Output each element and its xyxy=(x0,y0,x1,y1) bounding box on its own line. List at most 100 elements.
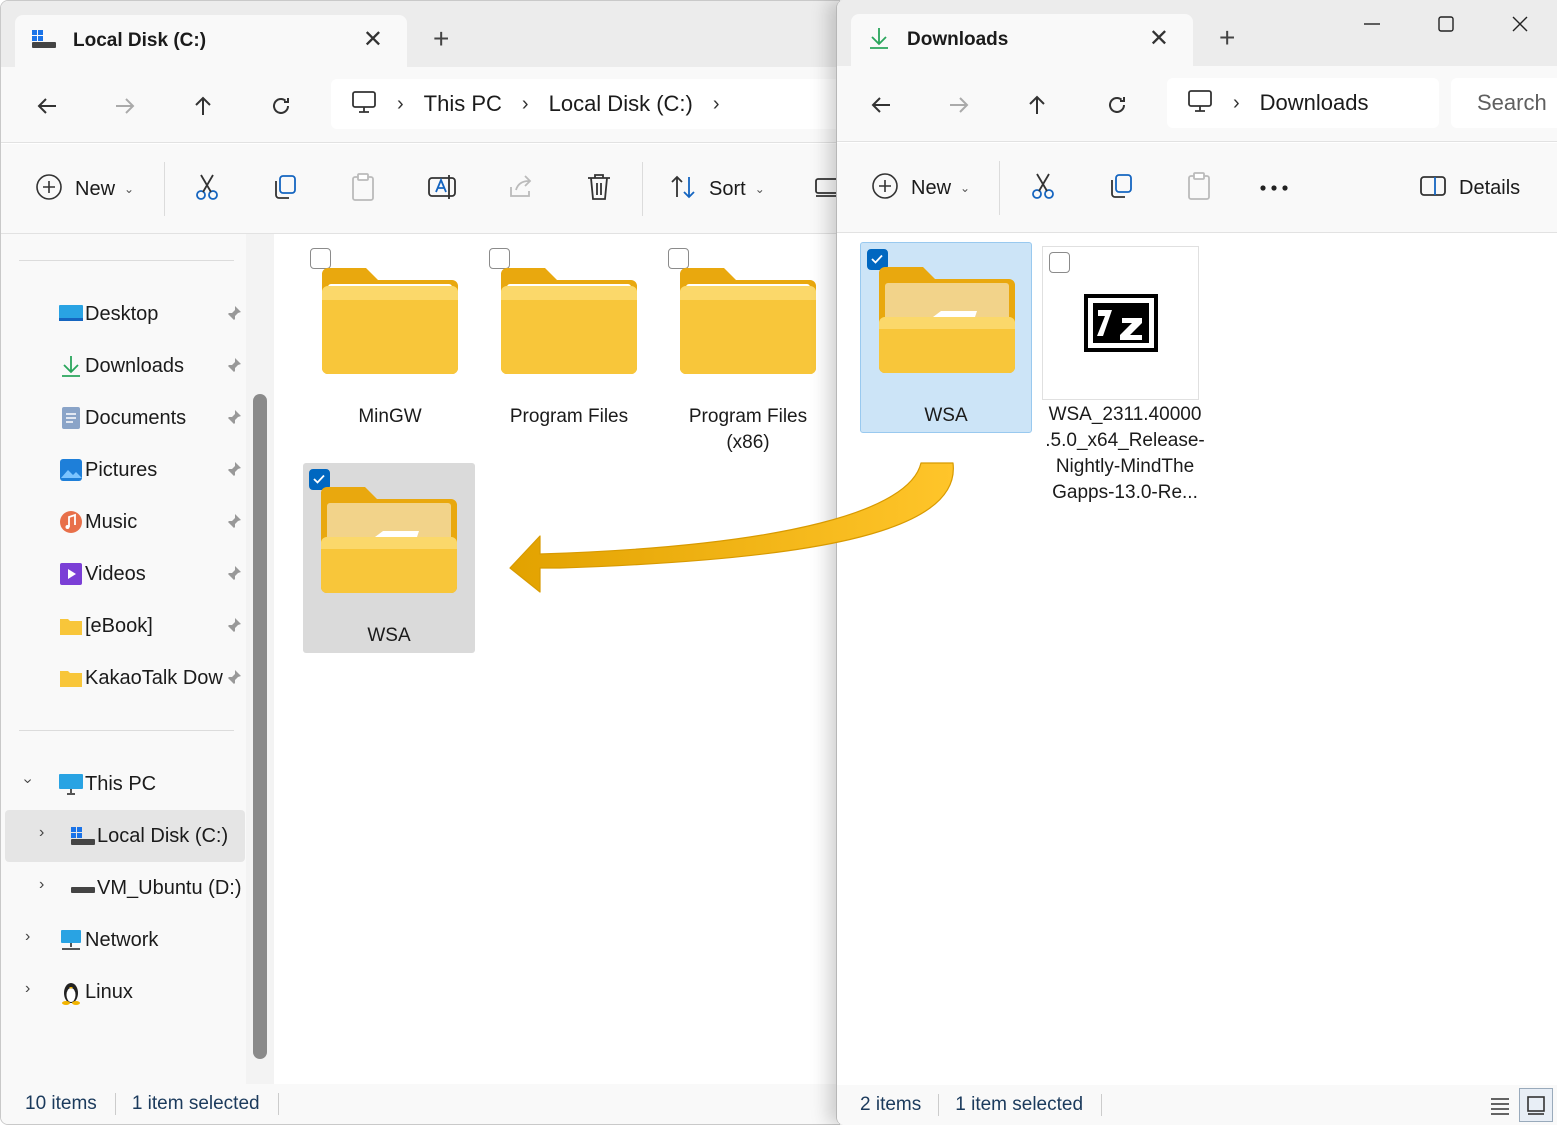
pin-icon[interactable] xyxy=(225,512,243,535)
pin-icon[interactable] xyxy=(225,668,243,691)
computer-icon xyxy=(1187,89,1213,118)
refresh-icon[interactable] xyxy=(1099,87,1135,123)
drive-icon xyxy=(31,28,57,55)
breadcrumb-downloads[interactable]: Downloads xyxy=(1260,90,1369,116)
divider xyxy=(1101,1094,1103,1116)
more-options-button[interactable] xyxy=(1259,170,1289,206)
tab-local-disk[interactable]: Local Disk (C:) ✕ xyxy=(15,15,407,67)
cut-button[interactable] xyxy=(193,171,221,207)
tab-downloads[interactable]: Downloads ✕ xyxy=(851,14,1193,66)
share-button[interactable] xyxy=(507,171,535,207)
breadcrumb[interactable]: › This PC › Local Disk (C:) › xyxy=(331,79,839,129)
pin-icon[interactable] xyxy=(225,304,243,327)
checkbox[interactable] xyxy=(1049,252,1070,273)
close-tab-icon[interactable]: ✕ xyxy=(1149,27,1169,51)
copy-button[interactable] xyxy=(271,171,299,207)
forward-icon[interactable] xyxy=(941,87,977,123)
pin-icon[interactable] xyxy=(225,616,243,639)
pin-icon[interactable] xyxy=(225,564,243,587)
nav-item-linux[interactable]: › Linux xyxy=(5,966,245,1018)
folder-item-program-files[interactable]: Program Files xyxy=(483,242,655,462)
chevron-down-icon[interactable]: › xyxy=(19,778,37,783)
details-pane-icon xyxy=(1419,174,1447,203)
nav-label: Downloads xyxy=(85,354,184,377)
delete-button[interactable] xyxy=(585,171,613,207)
rename-button[interactable] xyxy=(427,171,457,207)
new-button[interactable]: New ⌄ xyxy=(35,171,134,207)
copy-button[interactable] xyxy=(1107,170,1135,206)
address-bar: › Downloads Search xyxy=(837,66,1557,142)
chevron-right-icon[interactable]: › xyxy=(25,980,30,998)
chevron-right-icon[interactable]: › xyxy=(39,876,44,894)
pictures-icon xyxy=(57,456,85,484)
nav-item-downloads[interactable]: Downloads xyxy=(5,340,245,392)
nav-item-kakaotalk[interactable]: KakaoTalk Dow xyxy=(5,652,245,704)
nav-item-documents[interactable]: Documents xyxy=(5,392,245,444)
chevron-right-icon: › xyxy=(521,92,529,115)
forward-icon[interactable] xyxy=(107,88,143,124)
nav-item-vm-ubuntu[interactable]: › VM_Ubuntu (D:) xyxy=(5,862,245,914)
pin-icon[interactable] xyxy=(225,356,243,379)
pin-icon[interactable] xyxy=(225,408,243,431)
nav-item-pictures[interactable]: Pictures xyxy=(5,444,245,496)
cut-button[interactable] xyxy=(1029,170,1057,206)
download-icon xyxy=(867,26,891,55)
new-tab-icon[interactable]: + xyxy=(433,25,449,53)
new-tab-icon[interactable]: + xyxy=(1219,24,1235,52)
open-folder-icon xyxy=(877,263,1017,380)
paste-button[interactable] xyxy=(1185,170,1213,206)
folder-item-program-files-x86[interactable]: Program Files (x86) xyxy=(662,242,834,462)
paste-button[interactable] xyxy=(349,171,377,207)
refresh-icon[interactable] xyxy=(263,88,299,124)
nav-label: Videos xyxy=(85,562,146,585)
minimize-button[interactable] xyxy=(1335,6,1409,42)
chevron-right-icon[interactable]: › xyxy=(39,824,44,842)
navigation-pane: Desktop Downloads Documents Pictures Mus… xyxy=(1,234,246,1086)
file-item-wsa-archive[interactable]: WSA_2311.40000 .5.0_x64_Release- Nightly… xyxy=(1039,242,1211,512)
nav-item-videos[interactable]: Videos xyxy=(5,548,245,600)
maximize-button[interactable] xyxy=(1409,6,1483,42)
chevron-right-icon[interactable]: › xyxy=(25,928,30,946)
share-icon xyxy=(507,173,535,206)
folder-icon xyxy=(678,264,818,381)
back-icon[interactable] xyxy=(863,87,899,123)
nav-item-music[interactable]: Music xyxy=(5,496,245,548)
nav-label: Documents xyxy=(85,406,187,429)
folder-item-wsa[interactable]: WSA xyxy=(303,463,475,653)
large-icons-view-icon[interactable] xyxy=(1519,1088,1553,1122)
nav-item-local-disk[interactable]: › Local Disk (C:) xyxy=(5,810,245,862)
nav-item-ebook[interactable]: [eBook] xyxy=(5,600,245,652)
folder-item-mingw[interactable]: MinGW xyxy=(304,242,476,462)
search-box[interactable]: Search xyxy=(1451,78,1557,128)
nav-item-desktop[interactable]: Desktop xyxy=(5,288,245,340)
pin-icon[interactable] xyxy=(225,460,243,483)
new-button[interactable]: New ⌄ xyxy=(871,170,970,206)
details-view-icon[interactable] xyxy=(1489,1094,1511,1121)
file-list: WSA WSA_2311.40000 .5.0_x64_Release- Nig… xyxy=(837,233,1557,1085)
item-label: WSA_2311.40000 .5.0_x64_Release- Nightly… xyxy=(1045,404,1205,503)
back-icon[interactable] xyxy=(29,88,65,124)
breadcrumb-local-disk[interactable]: Local Disk (C:) xyxy=(549,91,693,117)
breadcrumb[interactable]: › Downloads xyxy=(1167,78,1439,128)
status-bar: 2 items 1 item selected xyxy=(837,1085,1557,1125)
plus-circle-icon xyxy=(35,173,63,206)
breadcrumb-this-pc[interactable]: This PC xyxy=(424,91,502,117)
details-button[interactable]: Details xyxy=(1419,170,1520,206)
drive-icon xyxy=(69,822,97,850)
sort-button[interactable]: Sort ⌄ xyxy=(669,171,765,207)
selection-count: 1 item selected xyxy=(131,1093,260,1114)
nav-item-this-pc[interactable]: › This PC xyxy=(5,758,245,810)
folder-item-wsa[interactable]: WSA xyxy=(860,242,1032,433)
close-tab-icon[interactable]: ✕ xyxy=(363,28,383,52)
chevron-right-icon[interactable]: › xyxy=(713,93,720,116)
close-window-button[interactable] xyxy=(1483,6,1557,42)
computer-icon xyxy=(351,90,377,119)
up-icon[interactable] xyxy=(185,88,221,124)
item-label: Program Files (x86) xyxy=(688,406,808,453)
nav-item-network[interactable]: › Network xyxy=(5,914,245,966)
up-icon[interactable] xyxy=(1019,87,1055,123)
pc-icon xyxy=(57,770,85,798)
scrollbar-thumb[interactable] xyxy=(253,394,267,1059)
divider xyxy=(164,162,165,216)
sort-label: Sort xyxy=(709,177,746,200)
